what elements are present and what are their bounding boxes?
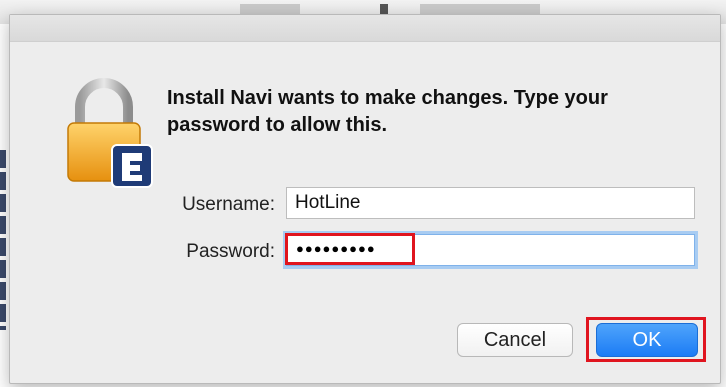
background-element [380,4,388,14]
username-field[interactable]: HotLine [286,187,695,219]
password-label: Password: [186,241,275,262]
cancel-button[interactable]: Cancel [457,323,573,357]
username-value: HotLine [295,192,361,213]
password-value-highlight: ●●●●●●●●● [285,233,415,265]
dialog-titlebar [10,15,720,42]
background-element [240,4,300,14]
password-value: ●●●●●●●●● [296,241,376,256]
dialog-message: Install Navi wants to make changes. Type… [167,87,608,136]
background-element [420,4,540,14]
ok-button-highlight [586,317,706,362]
lock-icon [67,78,153,188]
background-window-edge [0,150,6,330]
username-label: Username: [182,194,275,215]
authentication-dialog: Install Navi wants to make changes. Type… [9,14,721,384]
